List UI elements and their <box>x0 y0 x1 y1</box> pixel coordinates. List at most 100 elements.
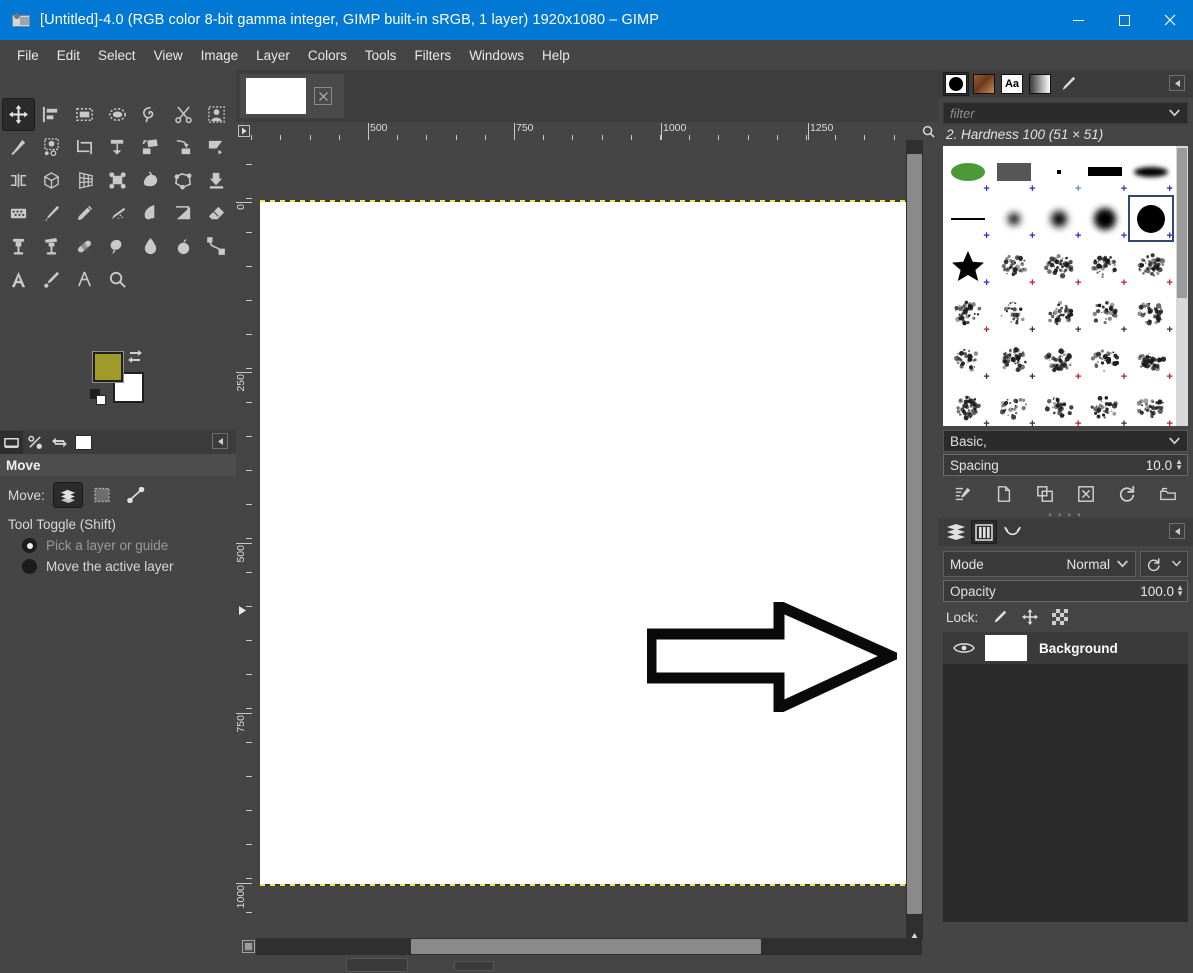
heal-tool[interactable] <box>68 230 101 263</box>
cage-transform-tool[interactable] <box>167 164 200 197</box>
rectangle-select-tool[interactable] <box>68 98 101 131</box>
canvas-area[interactable] <box>252 140 922 958</box>
menu-view[interactable]: View <box>145 44 192 67</box>
tab-fonts[interactable]: Aa <box>999 72 1025 96</box>
brush-item[interactable]: + <box>1128 336 1174 383</box>
zoom-tool[interactable] <box>101 263 134 296</box>
brush-grid[interactable]: +++++++++++++++++++++++++++++++++++ <box>943 146 1188 426</box>
free-select-tool[interactable] <box>134 98 167 131</box>
brush-tag-filter[interactable]: Basic, <box>943 430 1188 452</box>
minimize-button[interactable] <box>1055 0 1101 40</box>
menu-select[interactable]: Select <box>89 44 145 67</box>
eraser-tool[interactable] <box>200 197 233 230</box>
image-tab[interactable] <box>240 74 344 118</box>
lock-alpha-icon[interactable] <box>1050 608 1070 626</box>
brush-filter-row[interactable] <box>943 102 1188 124</box>
brush-filter-input[interactable] <box>950 105 1168 121</box>
layer-list[interactable]: Background <box>943 632 1188 922</box>
tab-brushes[interactable] <box>943 72 969 96</box>
status-button-right[interactable] <box>454 961 494 971</box>
move-path-mode-button[interactable] <box>121 482 151 508</box>
blend-mode-selector[interactable]: Mode Normal <box>943 551 1136 577</box>
tab-undo-history[interactable] <box>48 431 71 454</box>
close-tab-icon[interactable] <box>314 87 332 105</box>
fuzzy-select-tool[interactable] <box>2 131 35 164</box>
opacity-field[interactable]: Opacity 100.0 ▲ ▼ <box>943 580 1188 602</box>
duplicate-brush-button[interactable] <box>1030 481 1060 507</box>
eye-icon[interactable] <box>943 641 985 655</box>
brush-item[interactable]: + <box>1037 148 1083 195</box>
ellipse-select-tool[interactable] <box>101 98 134 131</box>
layers-panel-menu-icon[interactable] <box>1169 523 1185 539</box>
horizontal-scrollbar-thumb[interactable] <box>411 939 761 954</box>
lock-position-icon[interactable] <box>1020 608 1040 626</box>
brush-item[interactable]: + <box>1082 195 1128 242</box>
radio-move-active-layer[interactable]: Move the active layer <box>0 556 236 577</box>
lock-pixels-icon[interactable] <box>990 608 1010 626</box>
brush-item[interactable]: + <box>1128 289 1174 336</box>
warp-transform-tool[interactable] <box>134 131 167 164</box>
cube-3d-transform-tool[interactable] <box>35 164 68 197</box>
brush-item[interactable]: + <box>945 242 991 289</box>
spacing-field[interactable]: Spacing 10.0 ▲ ▼ <box>943 454 1188 476</box>
brush-item[interactable]: + <box>991 383 1037 426</box>
brush-item[interactable]: + <box>1128 242 1174 289</box>
paintbrush-tool[interactable] <box>35 197 68 230</box>
tab-channels[interactable] <box>971 520 997 544</box>
brush-item[interactable]: + <box>1082 242 1128 289</box>
brush-item[interactable]: + <box>1128 195 1174 242</box>
menu-layer[interactable]: Layer <box>247 44 299 67</box>
paths-tool[interactable] <box>200 230 233 263</box>
alignment-tool[interactable] <box>35 98 68 131</box>
perspective-clone-tool[interactable] <box>35 230 68 263</box>
brush-item[interactable]: + <box>991 195 1037 242</box>
brush-item[interactable]: + <box>991 242 1037 289</box>
spacing-stepper[interactable]: ▲ ▼ <box>1175 458 1183 472</box>
gradient-tool[interactable] <box>200 164 233 197</box>
new-brush-button[interactable] <box>989 481 1019 507</box>
bucket-fill-tool[interactable] <box>134 164 167 197</box>
airbrush-tool[interactable] <box>101 197 134 230</box>
refresh-brushes-button[interactable] <box>1112 481 1142 507</box>
color-picker-tool[interactable] <box>35 263 68 296</box>
brush-item[interactable]: + <box>1037 383 1083 426</box>
measure-tool[interactable] <box>68 263 101 296</box>
status-button-left[interactable] <box>346 958 408 972</box>
brush-item[interactable]: + <box>945 383 991 426</box>
tab-paint-dynamics[interactable] <box>1055 72 1081 96</box>
horizontal-ruler[interactable]: 500 750 1000 1250 <box>250 122 922 140</box>
delete-brush-button[interactable] <box>1071 481 1101 507</box>
tool-options-menu-icon[interactable] <box>212 433 228 449</box>
brush-item[interactable]: + <box>945 289 991 336</box>
layer-row-background[interactable]: Background <box>943 632 1188 664</box>
dodge-burn-tool[interactable] <box>167 230 200 263</box>
canvas-horizontal-scrollbar[interactable] <box>256 938 922 955</box>
close-button[interactable] <box>1147 0 1193 40</box>
canvas-vertical-scrollbar[interactable] <box>906 140 923 940</box>
brush-item[interactable]: + <box>1037 289 1083 336</box>
brushes-panel-menu-icon[interactable] <box>1169 75 1185 91</box>
brush-item[interactable]: + <box>991 148 1037 195</box>
scissors-select-tool[interactable] <box>167 98 200 131</box>
crop-tool[interactable] <box>68 131 101 164</box>
brush-item[interactable]: + <box>1128 148 1174 195</box>
perspective-tool[interactable] <box>68 164 101 197</box>
select-by-color-tool[interactable] <box>35 131 68 164</box>
radio-pick-layer-or-guide[interactable]: Pick a layer or guide <box>0 535 236 556</box>
quick-mask-icon[interactable] <box>240 938 256 955</box>
tab-images[interactable] <box>72 431 95 454</box>
open-brush-folder-button[interactable] <box>1153 481 1183 507</box>
vertical-ruler[interactable]: 0 250 500 750 1000 <box>236 140 252 958</box>
menu-colors[interactable]: Colors <box>299 44 356 67</box>
tab-patterns[interactable] <box>971 72 997 96</box>
swap-colors-icon[interactable] <box>127 350 143 366</box>
tab-paths[interactable] <box>999 520 1025 544</box>
smudge-tool[interactable] <box>101 230 134 263</box>
vertical-scrollbar-thumb[interactable] <box>907 154 922 914</box>
text-tool[interactable] <box>2 263 35 296</box>
brush-item[interactable]: + <box>1037 195 1083 242</box>
menu-windows[interactable]: Windows <box>460 44 533 67</box>
mypaint-brush-tool[interactable] <box>167 197 200 230</box>
reset-colors-icon[interactable] <box>90 389 108 407</box>
clone-tool[interactable] <box>2 230 35 263</box>
